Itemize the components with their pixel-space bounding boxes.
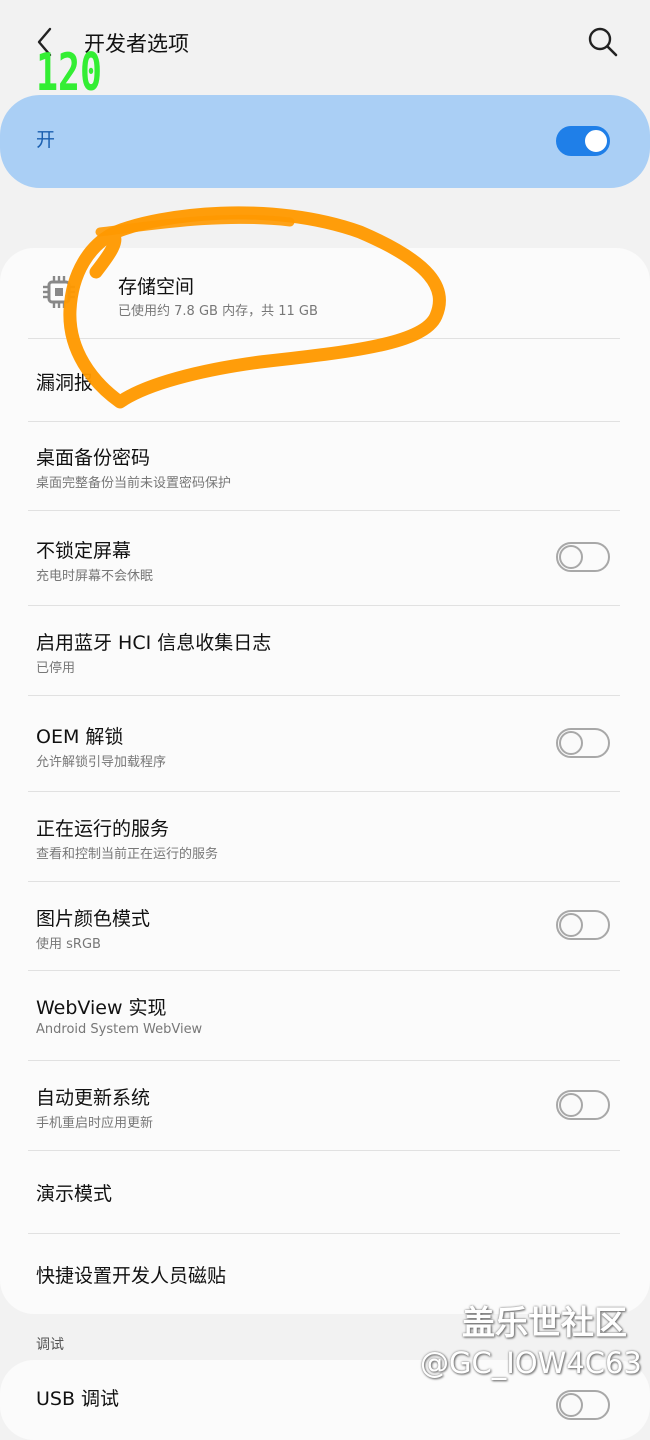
item-title: USB 调试	[36, 1388, 120, 1410]
list-item-bug-report[interactable]: 漏洞报	[0, 339, 650, 421]
top-app-bar: 开发者选项 120	[0, 0, 650, 94]
list-item-desktop-backup-password[interactable]: 桌面备份密码 桌面完整备份当前未设置密码保护	[0, 422, 650, 510]
oem-unlock-toggle[interactable]	[556, 728, 610, 758]
master-toggle[interactable]	[556, 126, 610, 156]
item-subtitle: 允许解锁引导加载程序	[36, 755, 167, 770]
item-title: 启用蓝牙 HCI 信息收集日志	[36, 632, 272, 654]
item-title: 存储空间	[118, 276, 195, 298]
item-title: 演示模式	[36, 1183, 113, 1205]
toggle-knob	[559, 731, 583, 755]
toggle-knob	[559, 1093, 583, 1117]
toggle-knob	[559, 913, 583, 937]
list-item-auto-system-update[interactable]: 自动更新系统 手机重启时应用更新	[0, 1061, 650, 1150]
list-item-storage[interactable]: 存储空间 已使用约 7.8 GB 内存，共 11 GB	[0, 248, 650, 338]
item-title: 图片颜色模式	[36, 908, 151, 930]
list-item-picture-color-mode[interactable]: 图片颜色模式 使用 sRGB	[0, 882, 650, 970]
item-subtitle: 查看和控制当前正在运行的服务	[36, 847, 219, 862]
list-item-demo-mode[interactable]: 演示模式	[0, 1151, 650, 1233]
list-item-stay-awake[interactable]: 不锁定屏幕 充电时屏幕不会休眠	[0, 511, 650, 605]
list-item-bluetooth-hci-log[interactable]: 启用蓝牙 HCI 信息收集日志 已停用	[0, 606, 650, 695]
item-title: 桌面备份密码	[36, 447, 151, 469]
item-title: 快捷设置开发人员磁贴	[36, 1265, 227, 1287]
item-title: 自动更新系统	[36, 1087, 151, 1109]
list-item-running-services[interactable]: 正在运行的服务 查看和控制当前正在运行的服务	[0, 792, 650, 881]
item-subtitle: 已停用	[36, 661, 76, 676]
watermark-community: 盖乐世社区	[462, 1303, 627, 1342]
item-title: OEM 解锁	[36, 726, 124, 748]
fps-value: 120	[36, 44, 102, 94]
toggle-knob	[559, 1393, 583, 1417]
search-icon[interactable]	[585, 24, 621, 60]
usb-debugging-toggle[interactable]	[556, 1390, 610, 1420]
toggle-knob	[559, 545, 583, 569]
chip-icon	[43, 276, 75, 308]
item-subtitle: 手机重启时应用更新	[36, 1116, 154, 1131]
section-header-debug: 调试	[36, 1337, 64, 1353]
list-item-webview-implementation[interactable]: WebView 实现 Android System WebView	[0, 971, 650, 1060]
item-subtitle: Android System WebView	[36, 1022, 203, 1037]
item-subtitle: 已使用约 7.8 GB 内存，共 11 GB	[118, 304, 318, 319]
auto-update-toggle[interactable]	[556, 1090, 610, 1120]
item-subtitle: 桌面完整备份当前未设置密码保护	[36, 476, 232, 491]
item-title: 漏洞报	[36, 372, 94, 394]
color-mode-toggle[interactable]	[556, 910, 610, 940]
master-switch-bar[interactable]: 开	[0, 95, 650, 188]
watermark-user: @GC_IOW4C63	[420, 1346, 642, 1380]
item-title: 不锁定屏幕	[36, 540, 132, 562]
fps-counter-overlay: 120	[36, 44, 102, 94]
item-subtitle: 充电时屏幕不会休眠	[36, 569, 154, 584]
item-title: WebView 实现	[36, 997, 167, 1019]
toggle-knob	[583, 128, 609, 154]
list-item-oem-unlock[interactable]: OEM 解锁 允许解锁引导加载程序	[0, 696, 650, 791]
item-title: 正在运行的服务	[36, 818, 170, 840]
master-switch-label: 开	[36, 129, 56, 151]
item-subtitle: 使用 sRGB	[36, 937, 101, 952]
stay-awake-toggle[interactable]	[556, 542, 610, 572]
settings-card: 存储空间 已使用约 7.8 GB 内存，共 11 GB 漏洞报 桌面备份密码 桌…	[0, 248, 650, 1314]
